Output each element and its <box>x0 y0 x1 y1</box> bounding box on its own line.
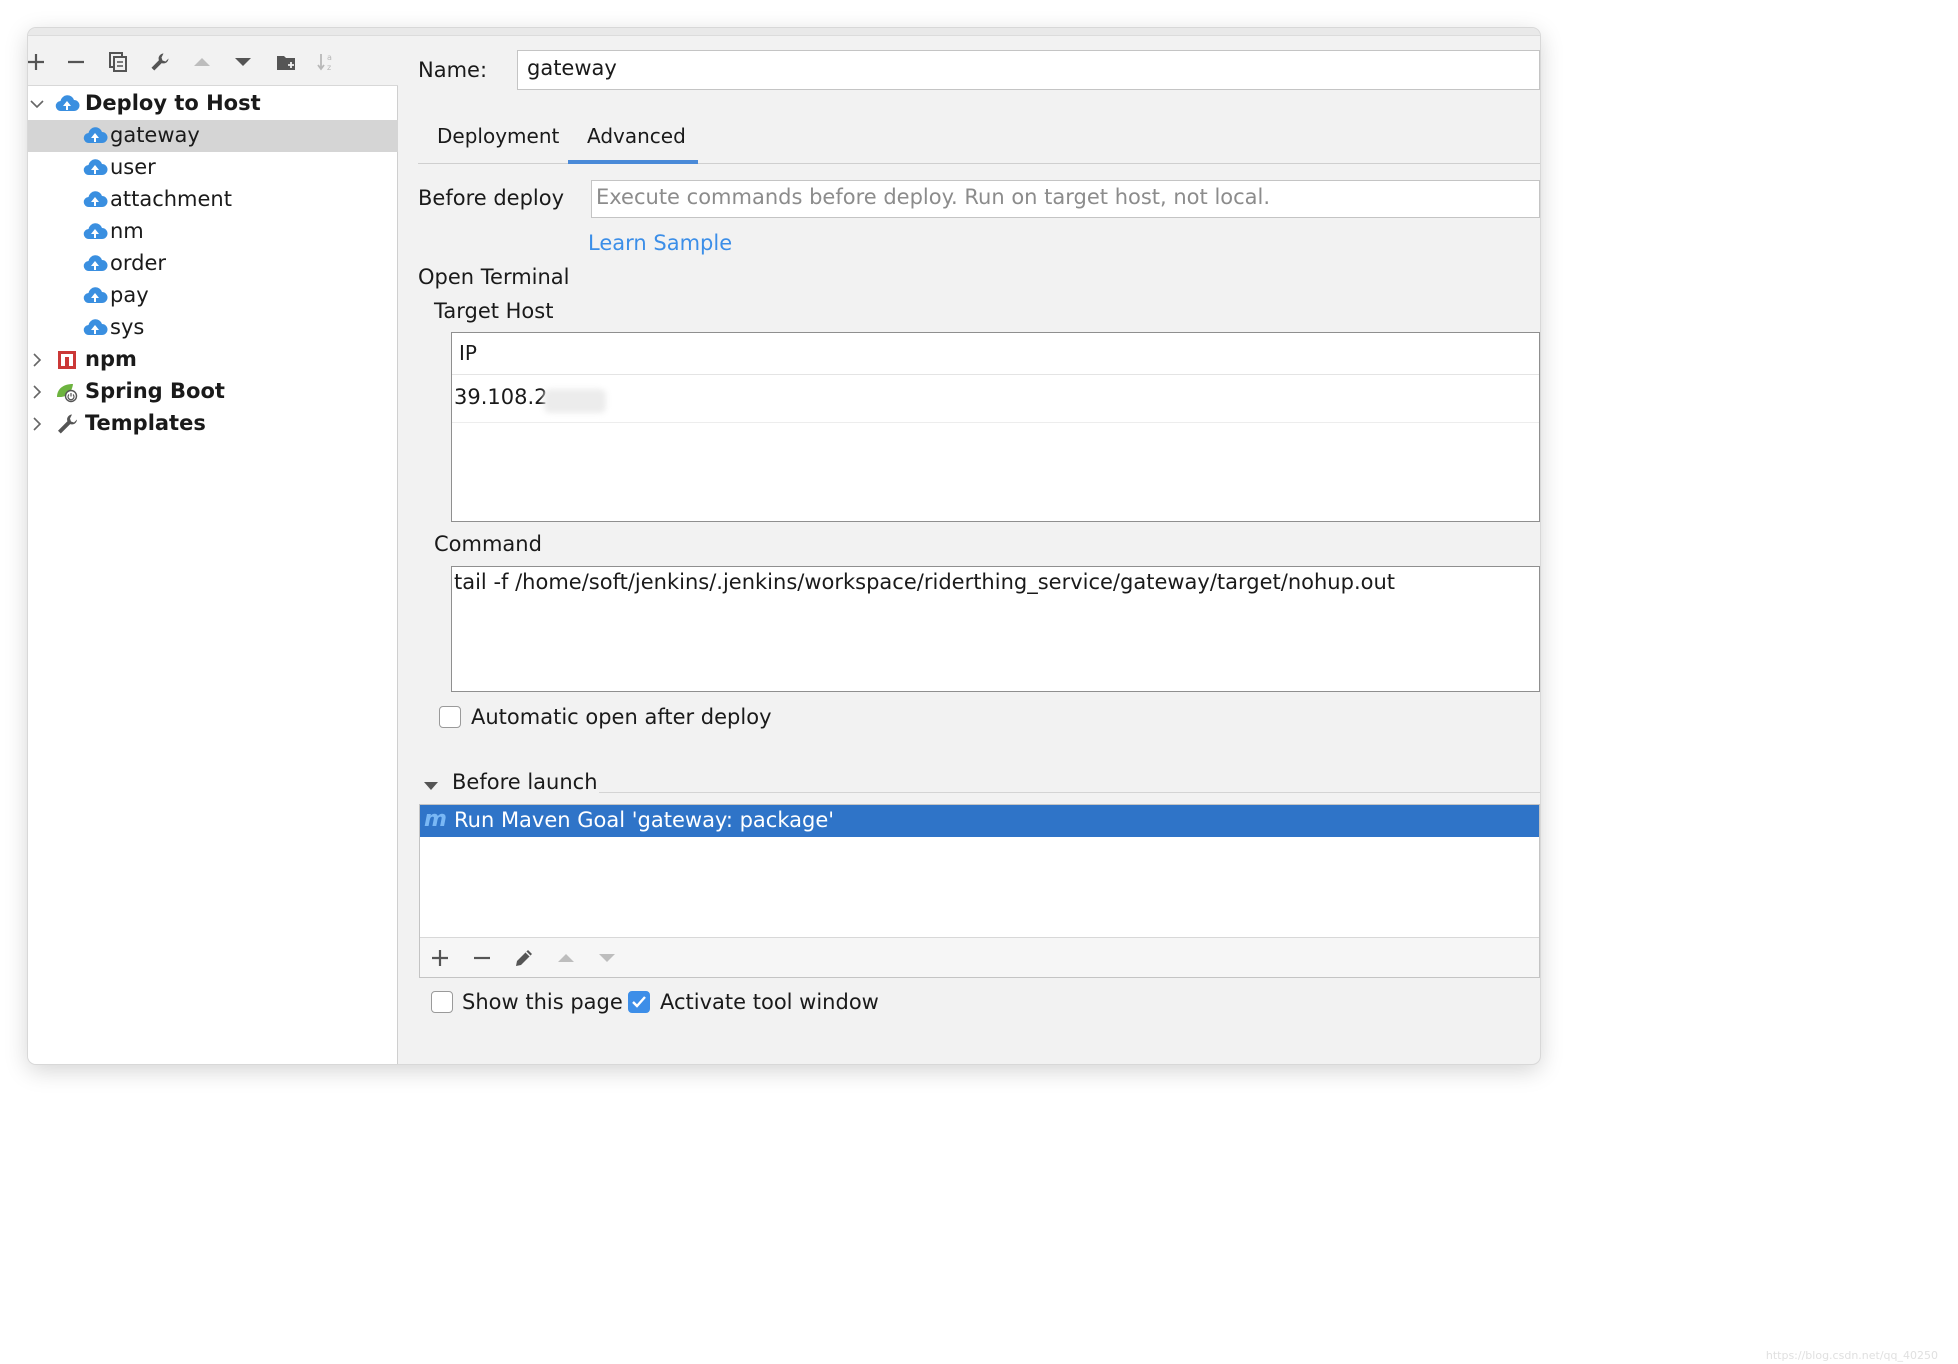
tree-group-label: Deploy to Host <box>85 91 261 115</box>
tree-item-label: nm <box>110 219 144 243</box>
name-label: Name: <box>418 58 488 82</box>
tree-item-attachment[interactable]: attachment <box>28 184 398 216</box>
activate-tool-window-checkbox[interactable] <box>628 991 650 1013</box>
section-separator <box>599 792 1540 793</box>
cloud-upload-icon <box>83 319 108 336</box>
before-deploy-label: Before deploy <box>418 186 565 210</box>
column-header-ip[interactable]: IP <box>459 341 477 365</box>
tree-item-label: sys <box>110 315 145 339</box>
cloud-upload-icon <box>83 159 108 176</box>
add-icon[interactable] <box>428 946 452 970</box>
tree-group-label: npm <box>85 347 137 371</box>
tab-bar: Deployment Advanced <box>418 98 1540 164</box>
configurations-sidebar: az Deploy to Host gateway user attachmen… <box>28 36 398 1064</box>
tree-item-label: pay <box>110 283 149 307</box>
svg-text:a: a <box>327 53 332 62</box>
move-up-icon[interactable] <box>554 946 578 970</box>
target-host-table: IP 39.108.2 <box>451 332 1540 522</box>
check-icon <box>632 996 646 1008</box>
move-up-icon[interactable] <box>190 50 214 74</box>
learn-sample-link[interactable]: Learn Sample <box>588 231 732 255</box>
spring-boot-icon <box>57 384 78 403</box>
remove-icon[interactable] <box>470 946 494 970</box>
tree-group-label: Templates <box>85 411 206 435</box>
tree-item-pay[interactable]: pay <box>28 280 398 312</box>
tree-item-sys[interactable]: sys <box>28 312 398 344</box>
tree-item-order[interactable]: order <box>28 248 398 280</box>
tree-item-user[interactable]: user <box>28 152 398 184</box>
copy-icon[interactable] <box>106 50 130 74</box>
table-row[interactable]: 39.108.2 <box>452 375 1539 423</box>
cloud-upload-icon <box>83 223 108 240</box>
activate-tool-window-label: Activate tool window <box>660 990 879 1014</box>
table-cell-ip: 39.108.2 <box>454 385 548 409</box>
window-top-strip <box>28 28 1540 36</box>
chevron-right-icon[interactable] <box>30 350 44 370</box>
open-terminal-label: Open Terminal <box>418 265 570 289</box>
auto-open-checkbox[interactable] <box>439 706 461 728</box>
show-page-checkbox[interactable] <box>431 991 453 1013</box>
configuration-editor: Name: gateway Deployment Advanced Before… <box>399 36 1540 1064</box>
svg-text:z: z <box>327 63 331 72</box>
tree-group-templates[interactable]: Templates <box>28 408 398 440</box>
command-label: Command <box>434 532 542 556</box>
name-input[interactable]: gateway <box>517 50 1540 90</box>
tree-group-npm[interactable]: npm <box>28 344 398 376</box>
edit-pencil-icon[interactable] <box>512 946 536 970</box>
move-down-icon[interactable] <box>595 946 619 970</box>
collapse-triangle-icon[interactable] <box>423 778 439 794</box>
add-icon[interactable] <box>28 50 48 74</box>
command-textarea[interactable]: tail -f /home/soft/jenkins/.jenkins/work… <box>451 566 1540 692</box>
before-launch-list: m Run Maven Goal 'gateway: package' <box>419 804 1540 978</box>
tree-item-label: user <box>110 155 156 179</box>
redacted-region <box>544 389 606 413</box>
wrench-icon[interactable] <box>148 50 172 74</box>
cloud-upload-icon <box>83 127 108 144</box>
target-host-label: Target Host <box>434 299 554 323</box>
before-deploy-placeholder: Execute commands before deploy. Run on t… <box>596 185 1271 209</box>
tree-item-label: attachment <box>110 187 232 211</box>
tree-group-spring-boot[interactable]: Spring Boot <box>28 376 398 408</box>
sidebar-toolbar: az <box>28 36 398 86</box>
show-page-label: Show this page <box>462 990 623 1014</box>
tree-group-deploy-to-host[interactable]: Deploy to Host <box>28 88 398 120</box>
tree-item-nm[interactable]: nm <box>28 216 398 248</box>
name-input-value: gateway <box>527 56 617 80</box>
remove-icon[interactable] <box>64 50 88 74</box>
tab-deployment[interactable]: Deployment <box>437 124 559 148</box>
cloud-upload-icon <box>83 255 108 272</box>
wrench-icon <box>58 414 77 434</box>
command-text: tail -f /home/soft/jenkins/.jenkins/work… <box>454 570 1396 594</box>
chevron-right-icon[interactable] <box>30 414 44 434</box>
tree-group-label: Spring Boot <box>85 379 225 403</box>
watermark: https://blog.csdn.net/qq_40250 <box>1765 1349 1938 1362</box>
chevron-down-icon[interactable] <box>30 94 44 114</box>
tab-advanced[interactable]: Advanced <box>587 124 686 148</box>
tree-item-label: gateway <box>110 123 200 147</box>
before-deploy-input[interactable]: Execute commands before deploy. Run on t… <box>591 180 1540 218</box>
maven-icon: m <box>424 807 447 832</box>
table-header: IP <box>452 333 1539 375</box>
cloud-upload-icon <box>83 191 108 208</box>
list-item-selected[interactable]: m Run Maven Goal 'gateway: package' <box>420 805 1539 837</box>
before-launch-toolbar <box>420 937 1539 977</box>
cloud-upload-icon <box>55 95 80 112</box>
sort-icon[interactable]: az <box>315 50 339 74</box>
chevron-right-icon[interactable] <box>30 382 44 402</box>
list-item-label: Run Maven Goal 'gateway: package' <box>454 808 835 832</box>
npm-icon <box>58 351 76 369</box>
run-configurations-window: az Deploy to Host gateway user attachmen… <box>28 28 1540 1064</box>
before-launch-label: Before launch <box>452 770 598 794</box>
active-tab-indicator <box>568 160 698 164</box>
auto-open-label: Automatic open after deploy <box>471 705 772 729</box>
tree-item-label: order <box>110 251 166 275</box>
tree-item-gateway[interactable]: gateway <box>28 120 398 152</box>
new-folder-icon[interactable] <box>274 50 298 74</box>
cloud-upload-icon <box>83 287 108 304</box>
move-down-icon[interactable] <box>231 50 255 74</box>
